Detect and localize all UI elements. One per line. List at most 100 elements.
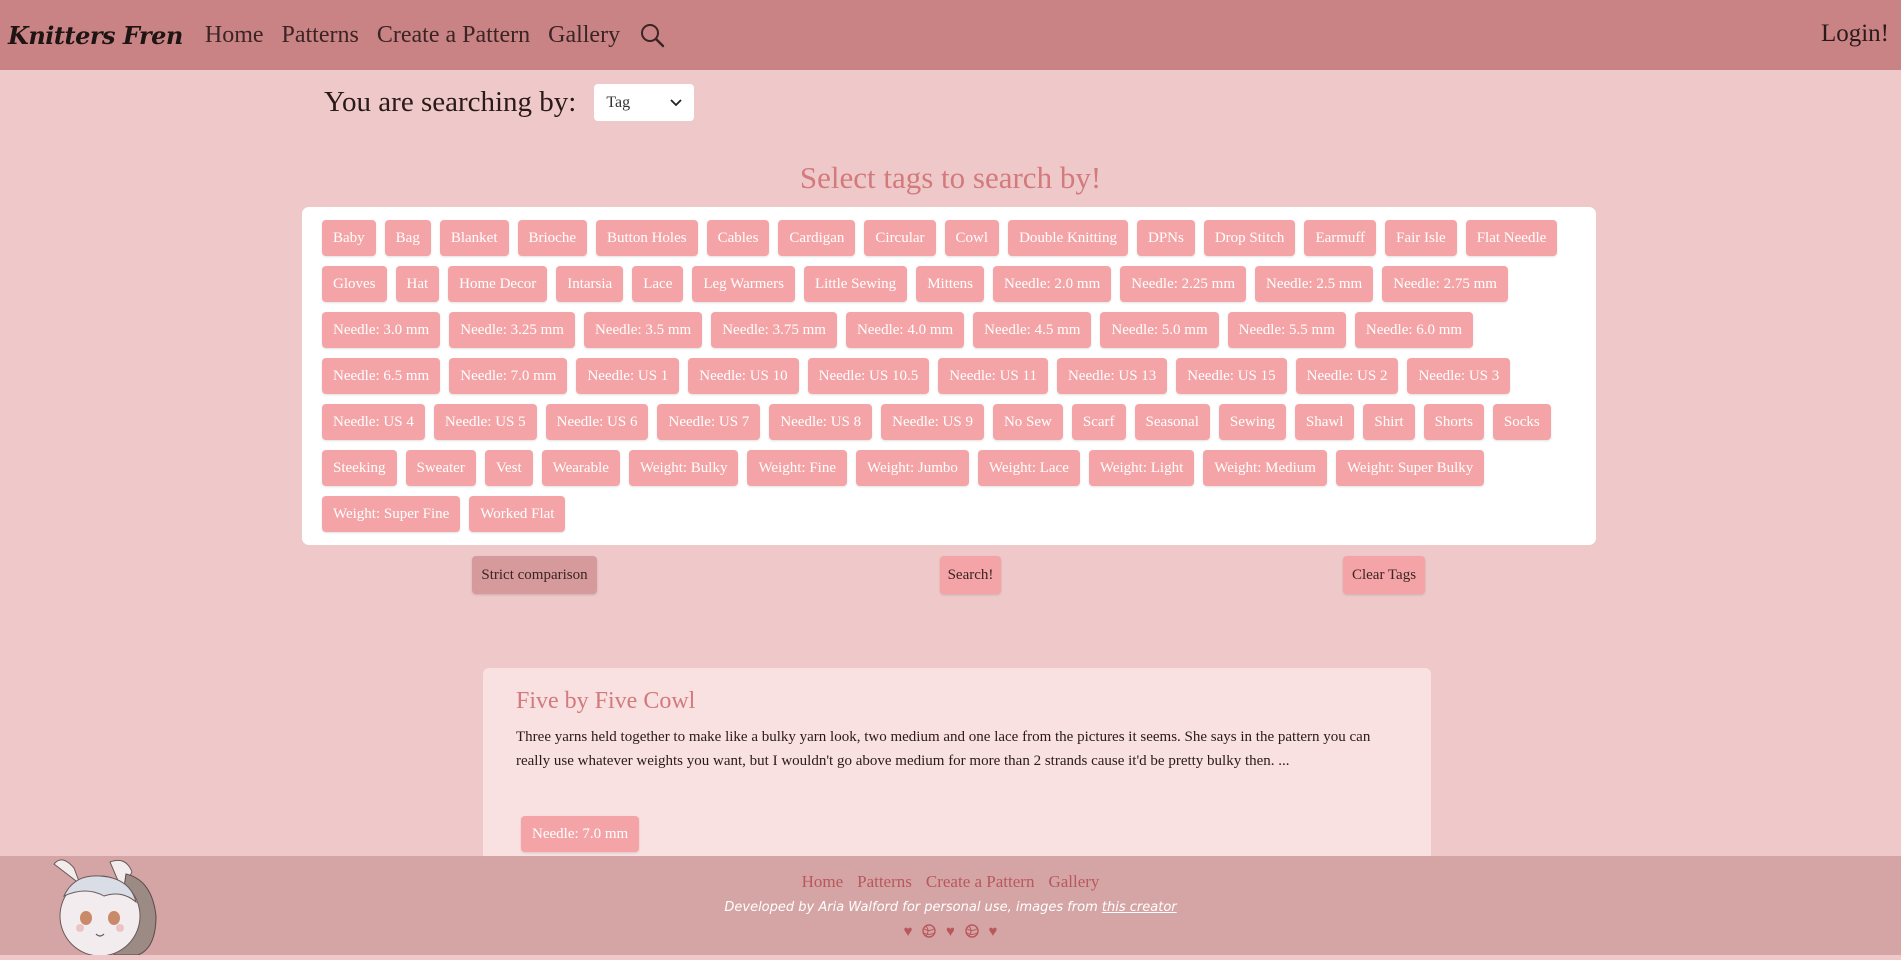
tag-button[interactable]: Sewing bbox=[1218, 404, 1286, 440]
tag-button[interactable]: Weight: Jumbo bbox=[856, 450, 969, 486]
tag-button[interactable]: Needle: US 7 bbox=[657, 404, 761, 440]
tag-button[interactable]: Needle: US 8 bbox=[769, 404, 873, 440]
tag-button[interactable]: Needle: 5.5 mm bbox=[1227, 312, 1346, 348]
tag-button[interactable]: Wearable bbox=[541, 450, 620, 486]
tag-button[interactable]: Circular bbox=[864, 220, 936, 256]
pattern-card-tag[interactable]: Needle: 7.0 mm bbox=[521, 816, 640, 852]
login-link[interactable]: Login! bbox=[1821, 20, 1889, 48]
tag-button[interactable]: Needle: US 13 bbox=[1056, 358, 1168, 394]
tag-button[interactable]: Needle: 4.0 mm bbox=[845, 312, 965, 348]
pattern-card-title[interactable]: Five by Five Cowl bbox=[516, 688, 1398, 715]
tag-button[interactable]: Needle: 4.5 mm bbox=[973, 312, 1092, 348]
tag-button[interactable]: Needle: US 1 bbox=[576, 358, 680, 394]
tag-button[interactable]: Cardigan bbox=[778, 220, 856, 256]
tag-button[interactable]: Needle: US 11 bbox=[938, 358, 1048, 394]
tag-button[interactable]: Intarsia bbox=[556, 266, 624, 302]
tag-button[interactable]: Needle: US 10 bbox=[688, 358, 799, 394]
tag-button[interactable]: Weight: Medium bbox=[1203, 450, 1327, 486]
tag-button[interactable]: Cowl bbox=[944, 220, 1000, 256]
yarn-icon bbox=[965, 924, 983, 940]
nav-patterns[interactable]: Patterns bbox=[282, 22, 359, 49]
tag-button[interactable]: Blanket bbox=[439, 220, 509, 256]
tag-button[interactable]: Brioche bbox=[517, 220, 587, 256]
tag-button[interactable]: Home Decor bbox=[448, 266, 548, 302]
tag-button[interactable]: Weight: Bulky bbox=[628, 450, 739, 486]
tag-button[interactable]: Needle: 3.0 mm bbox=[322, 312, 441, 348]
pattern-card-description: Three yarns held together to make like a… bbox=[516, 729, 1371, 769]
tag-button[interactable]: Button Holes bbox=[595, 220, 698, 256]
search-type-select[interactable]: Tag bbox=[594, 84, 695, 121]
tag-button[interactable]: Needle: 2.25 mm bbox=[1120, 266, 1246, 302]
tag-button[interactable]: Needle: 2.75 mm bbox=[1382, 266, 1508, 302]
search-by-label: You are searching by: bbox=[324, 86, 577, 118]
tag-button[interactable]: Bag bbox=[384, 220, 431, 256]
tag-button[interactable]: Earmuff bbox=[1304, 220, 1377, 256]
tag-button[interactable]: Needle: US 3 bbox=[1407, 358, 1511, 394]
tag-button[interactable]: Needle: 3.75 mm bbox=[711, 312, 837, 348]
tag-button[interactable]: Needle: US 5 bbox=[433, 404, 537, 440]
heart-icon: ♥ bbox=[988, 924, 998, 940]
tag-button[interactable]: Needle: 2.5 mm bbox=[1255, 266, 1374, 302]
tag-button[interactable]: Little Sewing bbox=[803, 266, 908, 302]
tag-button[interactable]: Hat bbox=[395, 266, 440, 302]
tag-button[interactable]: Shorts bbox=[1423, 404, 1484, 440]
tag-button[interactable]: Needle: 7.0 mm bbox=[449, 358, 568, 394]
footer-link-create-pattern[interactable]: Create a Pattern bbox=[926, 872, 1035, 891]
nav-gallery[interactable]: Gallery bbox=[548, 22, 620, 49]
nav-home[interactable]: Home bbox=[205, 22, 264, 49]
tag-button[interactable]: Lace bbox=[632, 266, 684, 302]
tag-button[interactable]: Vest bbox=[484, 450, 533, 486]
tag-button[interactable]: Needle: US 6 bbox=[545, 404, 649, 440]
tag-button[interactable]: Cables bbox=[706, 220, 770, 256]
tag-button[interactable]: Needle: 3.25 mm bbox=[449, 312, 575, 348]
tag-button[interactable]: Weight: Fine bbox=[747, 450, 847, 486]
tag-button[interactable]: Needle: US 9 bbox=[881, 404, 984, 440]
tag-button[interactable]: Steeking bbox=[322, 450, 397, 486]
tag-button[interactable]: Flat Needle bbox=[1465, 220, 1558, 256]
tag-button[interactable]: Needle: 5.0 mm bbox=[1100, 312, 1219, 348]
clear-tags-button[interactable]: Clear Tags bbox=[1343, 556, 1425, 594]
tag-button[interactable]: Sweater bbox=[405, 450, 476, 486]
tag-button[interactable]: Needle: US 15 bbox=[1176, 358, 1287, 394]
tag-button[interactable]: Weight: Lace bbox=[977, 450, 1080, 486]
tag-button[interactable]: DPNs bbox=[1136, 220, 1195, 256]
tag-button[interactable]: Needle: US 10.5 bbox=[807, 358, 930, 394]
tag-button[interactable]: No Sew bbox=[992, 404, 1063, 440]
tag-button[interactable]: Worked Flat bbox=[469, 496, 566, 532]
brand-logo[interactable]: Knitters Fren bbox=[8, 21, 183, 50]
search-by-row: You are searching by: Tag bbox=[324, 84, 695, 121]
tag-button[interactable]: Mittens bbox=[916, 266, 985, 302]
footer-link-patterns[interactable]: Patterns bbox=[857, 872, 912, 891]
tag-button[interactable]: Gloves bbox=[322, 266, 387, 302]
tag-button[interactable]: Needle: 2.0 mm bbox=[993, 266, 1112, 302]
tag-button[interactable]: Weight: Light bbox=[1088, 450, 1195, 486]
strict-comparison-button[interactable]: Strict comparison bbox=[472, 556, 597, 594]
tag-button[interactable]: Shawl bbox=[1294, 404, 1355, 440]
tag-button[interactable]: Socks bbox=[1492, 404, 1551, 440]
nav-create-pattern[interactable]: Create a Pattern bbox=[377, 22, 530, 49]
tag-button[interactable]: Drop Stitch bbox=[1203, 220, 1296, 256]
tag-button[interactable]: Needle: 6.5 mm bbox=[322, 358, 441, 394]
tag-button[interactable]: Leg Warmers bbox=[692, 266, 795, 302]
tag-button[interactable]: Needle: 3.5 mm bbox=[583, 312, 703, 348]
creator-link[interactable]: this creator bbox=[1102, 900, 1177, 915]
pattern-card[interactable]: Five by Five Cowl Three yarns held toget… bbox=[483, 668, 1431, 868]
tag-button[interactable]: Fair Isle bbox=[1385, 220, 1457, 256]
yarn-icon bbox=[922, 924, 940, 940]
tag-button[interactable]: Double Knitting bbox=[1008, 220, 1128, 256]
tag-button[interactable]: Weight: Super Fine bbox=[322, 496, 461, 532]
footer-link-gallery[interactable]: Gallery bbox=[1048, 872, 1099, 891]
tag-button[interactable]: Shirt bbox=[1363, 404, 1415, 440]
tag-button[interactable]: Weight: Super Bulky bbox=[1335, 450, 1485, 486]
search-button[interactable]: Search! bbox=[940, 556, 1001, 594]
tag-button[interactable]: Scarf bbox=[1071, 404, 1126, 440]
tag-button[interactable]: Needle: 6.0 mm bbox=[1354, 312, 1474, 348]
tag-button[interactable]: Baby bbox=[322, 220, 376, 256]
footer-icons: ♥ ♥ ♥ bbox=[0, 924, 1901, 941]
tag-panel: Baby Bag Blanket Brioche Button Holes Cables C… bbox=[302, 207, 1596, 545]
tag-button[interactable]: Needle: US 2 bbox=[1295, 358, 1399, 394]
search-icon[interactable] bbox=[638, 21, 666, 49]
tag-button[interactable]: Needle: US 4 bbox=[322, 404, 425, 440]
footer-link-home[interactable]: Home bbox=[802, 872, 844, 891]
tag-button[interactable]: Seasonal bbox=[1134, 404, 1210, 440]
